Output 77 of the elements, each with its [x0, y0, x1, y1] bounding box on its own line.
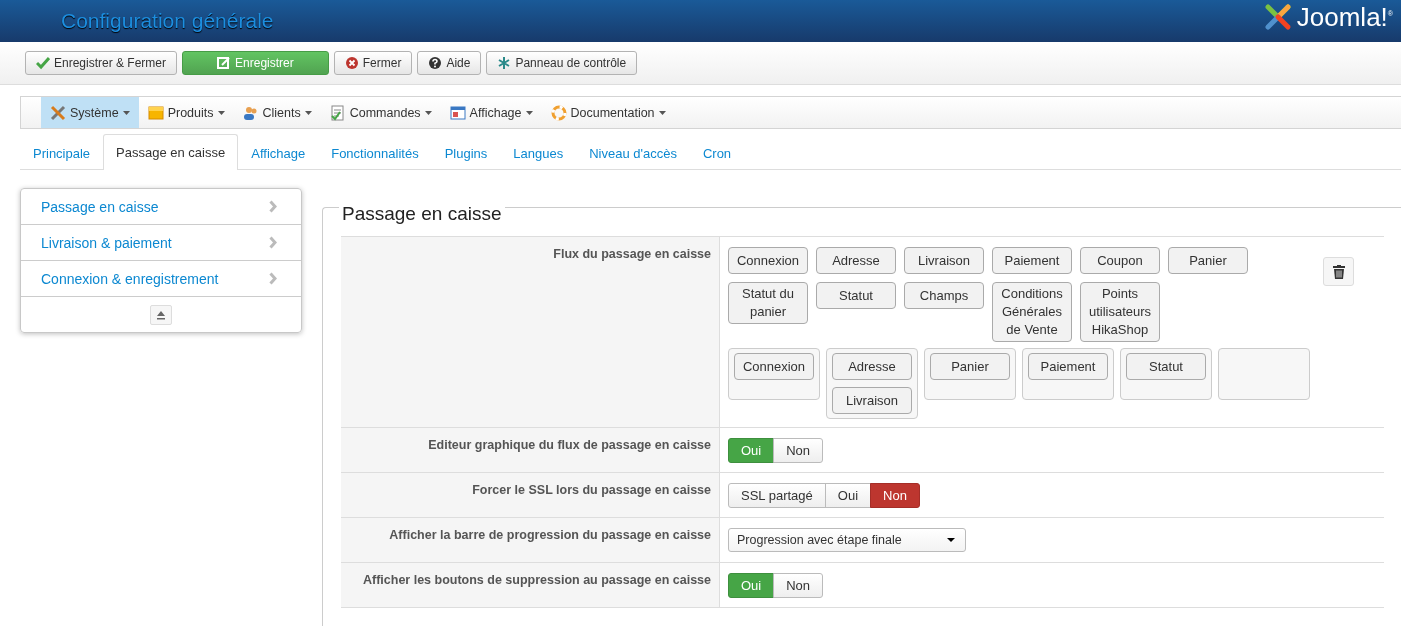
caret-icon	[525, 110, 533, 115]
flow-step-button[interactable]: Connexion	[728, 247, 808, 274]
eject-icon	[156, 309, 166, 320]
tools-icon	[50, 104, 66, 121]
logo-text: Joomla!$^{®}$	[1296, 1, 1393, 33]
window-icon	[449, 104, 466, 121]
caret-icon	[217, 110, 225, 115]
tab[interactable]: Affichage	[238, 135, 319, 170]
field-label: Afficher les boutons de suppression au passage en caisse	[362, 573, 711, 587]
flow-step-button[interactable]: Statut	[1126, 353, 1206, 380]
toggle-option[interactable]: Non	[870, 483, 920, 508]
sidebar-item[interactable]: Connexion & enregistrement	[21, 261, 301, 297]
flow-step-button[interactable]: Connexion	[734, 353, 814, 380]
flow-step-button[interactable]: Statut	[816, 282, 896, 309]
chevron-icon	[269, 272, 277, 285]
tab[interactable]: Langues	[500, 135, 577, 170]
menu-item[interactable]: Produits	[138, 97, 234, 128]
flow-step-button[interactable]: Livraison	[832, 387, 912, 414]
caret-icon	[947, 538, 955, 542]
field-label: Flux du passage en caisse	[553, 247, 711, 261]
menu-item[interactable]: Commandes	[320, 97, 441, 128]
dropdown[interactable]: Progression avec étape finale	[728, 528, 966, 552]
field-label: Afficher la barre de progression du passage en caisse	[389, 528, 711, 542]
toolbar-button[interactable]: Enregistrer & Fermer	[25, 51, 178, 75]
delete-button[interactable]	[1323, 257, 1354, 286]
box-icon	[147, 104, 164, 121]
lifebuoy-icon	[550, 104, 567, 121]
flow-step-button[interactable]: Panier	[930, 353, 1010, 380]
flow-step-button[interactable]: Points utilisateurs HikaShop	[1080, 282, 1160, 342]
help-icon	[428, 56, 443, 70]
chevron-icon	[269, 200, 277, 213]
field-label: Editeur graphique du flux de passage en caisse	[428, 438, 711, 452]
flow-step-button[interactable]: Panier	[1168, 247, 1248, 274]
caret-icon	[658, 110, 666, 115]
logo-icon	[1262, 2, 1293, 32]
chevron-icon	[269, 236, 277, 249]
tab[interactable]: Plugins	[431, 135, 501, 170]
caret-icon	[304, 110, 312, 115]
toolbar-button[interactable]: Aide	[417, 51, 482, 75]
document-icon	[329, 104, 346, 121]
flow-step-button[interactable]: Livraison	[904, 247, 984, 274]
users-icon	[242, 104, 259, 121]
tab[interactable]: Passage en caisse	[103, 134, 239, 170]
flow-step-button[interactable]: Champs	[904, 282, 984, 309]
toggle-option[interactable]: SSL partagé	[728, 483, 826, 508]
flow-step-button[interactable]: Adresse	[816, 247, 896, 274]
menu-item[interactable]: Clients	[233, 97, 321, 128]
caret-icon	[122, 110, 130, 115]
menu-item[interactable]: Système	[41, 97, 139, 128]
collapse-button[interactable]	[150, 304, 172, 325]
menu-item[interactable]: Affichage	[440, 97, 542, 128]
edit-icon	[217, 56, 232, 70]
page-title: Configuration générale	[61, 9, 274, 33]
toggle-option[interactable]: Non	[773, 573, 824, 598]
sidebar-item[interactable]: Livraison & paiement	[21, 225, 301, 261]
asterisk-icon	[497, 56, 512, 70]
toolbar-button[interactable]: Panneau de contrôle	[486, 51, 638, 75]
toggle-option[interactable]: Oui	[824, 483, 872, 508]
flow-step-button[interactable]: Adresse	[832, 353, 912, 380]
flow-step-button[interactable]: Conditions Générales de Vente	[992, 282, 1072, 342]
tab[interactable]: Cron	[689, 135, 745, 170]
caret-icon	[424, 110, 432, 115]
check-icon	[36, 56, 50, 70]
tab[interactable]: Niveau d'accès	[576, 135, 690, 170]
toggle-option[interactable]: Non	[773, 438, 824, 463]
menu-item[interactable]: Documentation	[541, 97, 675, 128]
flow-step-button[interactable]: Paiement	[1028, 353, 1108, 380]
flow-step-button[interactable]: Paiement	[992, 247, 1072, 274]
tab[interactable]: Fonctionnalités	[318, 135, 432, 170]
flow-step-button[interactable]: Statut du panier	[728, 282, 808, 324]
toolbar-button[interactable]: Fermer	[333, 51, 413, 75]
field-label: Forcer le SSL lors du passage en caisse	[472, 483, 711, 497]
close-icon	[344, 56, 359, 70]
flow-step-button[interactable]: Coupon	[1080, 247, 1160, 274]
trash-icon	[1332, 264, 1345, 279]
sidebar-item[interactable]: Passage en caisse	[21, 189, 301, 225]
tab[interactable]: Principale	[20, 135, 104, 170]
